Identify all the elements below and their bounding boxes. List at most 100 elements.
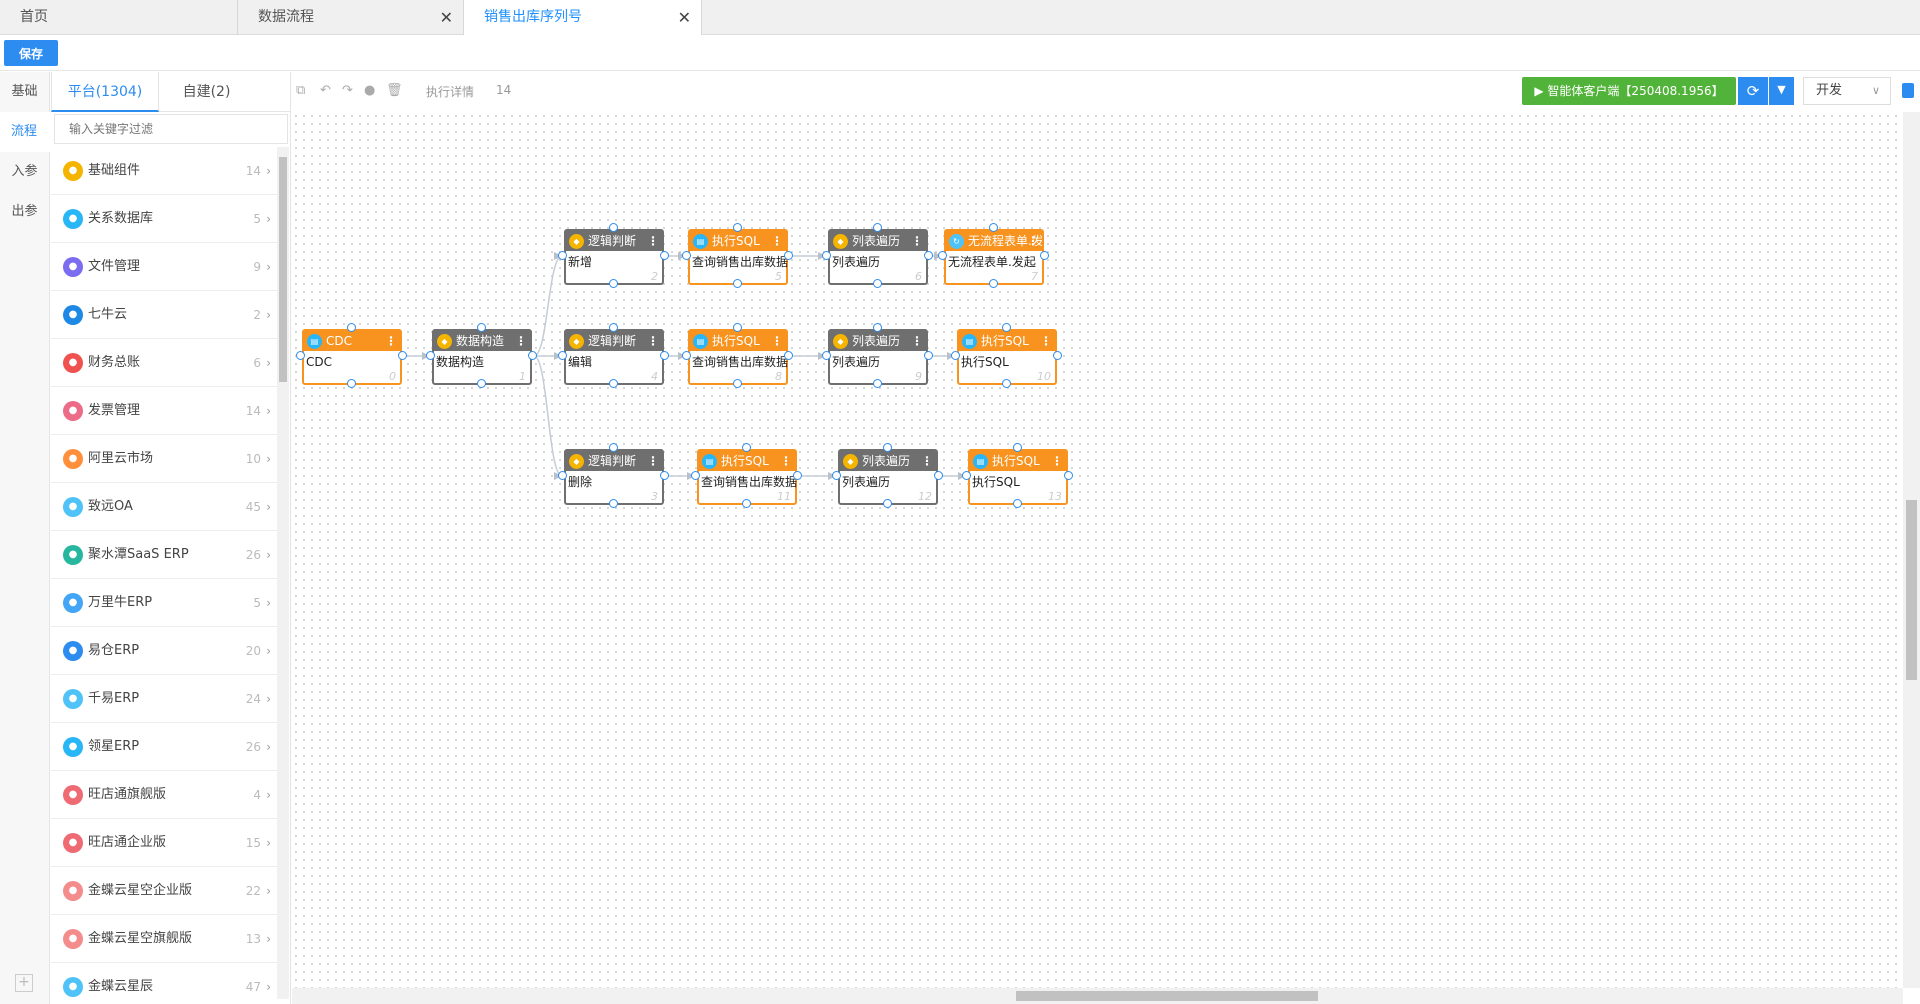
flow-node[interactable]: ▤ 执行SQL ⋮ 查询销售出库数据 11 [697,449,797,505]
left-tab-basic[interactable]: 基础 [0,72,49,112]
node-port[interactable] [989,279,998,288]
flow-edge[interactable] [533,255,563,357]
canvas-vertical-scrollbar[interactable] [1903,112,1920,988]
node-port[interactable] [784,251,793,260]
node-port[interactable] [1002,379,1011,388]
copy-icon[interactable]: ⧉ [296,83,305,98]
node-port[interactable] [873,279,882,288]
flow-node[interactable]: ▤ 执行SQL ⋮ 查询销售出库数据 5 [688,229,788,285]
close-icon[interactable]: ✕ [678,0,691,35]
execution-detail-link[interactable]: 执行详情 [426,83,474,100]
refresh-icon[interactable]: ⟳ [1738,77,1768,105]
scrollbar-thumb[interactable] [279,157,287,382]
node-port[interactable] [347,323,356,332]
tab-custom[interactable]: 自建(2) [159,72,254,112]
scrollbar-thumb[interactable] [1016,991,1318,1001]
node-port[interactable] [934,471,943,480]
node-port[interactable] [938,251,947,260]
node-port[interactable] [1013,443,1022,452]
node-port[interactable] [784,351,793,360]
node-port[interactable] [609,223,618,232]
flow-canvas[interactable]: ▤ CDC ⋮ CDC 0 ◆ 数据构造 ⋮ 数据构造 1 ◆ 逻辑判断 ⋮ 新增 2 ▤ 执行SQL ⋮ 查询销售… [292,112,1902,988]
node-port[interactable] [1053,351,1062,360]
flow-node[interactable]: ▤ 执行SQL ⋮ 执行SQL 13 [968,449,1068,505]
node-port[interactable] [609,279,618,288]
environment-select[interactable]: 开发 ∨ [1803,77,1891,105]
catalog-item[interactable]: ● 金蝶云星空企业版 22 › [51,867,281,915]
node-port[interactable] [1040,251,1049,260]
node-port[interactable] [822,351,831,360]
node-port[interactable] [883,499,892,508]
node-port[interactable] [733,323,742,332]
catalog-item[interactable]: ● 聚水潭SaaS ERP 26 › [51,531,281,579]
node-port[interactable] [347,379,356,388]
node-port[interactable] [660,251,669,260]
flow-edge[interactable] [533,355,563,477]
node-port[interactable] [660,351,669,360]
node-port[interactable] [962,471,971,480]
flow-node[interactable]: ↻无流程表单.发起⋮ 无流程表单.发起7 [944,229,1044,285]
flow-node[interactable]: ▤ CDC ⋮ CDC 0 [302,329,402,385]
node-port[interactable] [558,471,567,480]
redo-icon[interactable]: ↷ [342,83,353,98]
node-port[interactable] [733,379,742,388]
catalog-item[interactable]: ● 基础组件 14 › [51,147,281,195]
more-icon[interactable]: ⋮ [515,331,527,351]
node-port[interactable] [883,443,892,452]
node-port[interactable] [793,471,802,480]
tab-home[interactable]: 首页 [0,0,238,35]
agent-client-button[interactable]: ▶ 智能体客户端【250408.1956】 [1522,77,1736,105]
catalog-item[interactable]: ● 金蝶云星辰 47 › [51,963,281,999]
node-port[interactable] [733,279,742,288]
save-button[interactable]: 保存 [4,40,58,66]
catalog-item[interactable]: ● 易仓ERP 20 › [51,627,281,675]
tab-sales-serial[interactable]: 销售出库序列号 ✕ [464,0,702,36]
close-icon[interactable]: ✕ [440,0,453,35]
more-icon[interactable]: ⋮ [1051,451,1063,471]
flow-node[interactable]: ◆ 列表遍历 ⋮ 列表遍历 6 [828,229,928,285]
tab-data-flow[interactable]: 数据流程 ✕ [238,0,464,35]
node-port[interactable] [924,351,933,360]
node-port[interactable] [682,351,691,360]
catalog-item[interactable]: ● 财务总账 6 › [51,339,281,387]
flow-node[interactable]: ▤ 执行SQL ⋮ 查询销售出库数据 8 [688,329,788,385]
node-port[interactable] [1013,499,1022,508]
node-port[interactable] [832,471,841,480]
node-port[interactable] [609,499,618,508]
node-port[interactable] [296,351,305,360]
more-icon[interactable]: ⋮ [780,451,792,471]
scrollbar-thumb[interactable] [1906,500,1917,680]
node-port[interactable] [609,323,618,332]
node-port[interactable] [742,499,751,508]
catalog-filter-input[interactable] [54,114,288,144]
node-port[interactable] [873,323,882,332]
catalog-item[interactable]: ● 千易ERP 24 › [51,675,281,723]
document-icon[interactable] [1902,83,1914,98]
flow-node[interactable]: ◆ 逻辑判断 ⋮ 删除 3 [564,449,664,505]
catalog-item[interactable]: ● 阿里云市场 10 › [51,435,281,483]
node-port[interactable] [873,223,882,232]
more-icon[interactable]: ⋮ [921,451,933,471]
node-port[interactable] [558,251,567,260]
node-port[interactable] [660,471,669,480]
catalog-item[interactable]: ● 发票管理 14 › [51,387,281,435]
undo-icon[interactable]: ↶ [320,83,331,98]
chevron-down-icon[interactable]: ▼ [1769,77,1794,105]
node-port[interactable] [733,223,742,232]
node-port[interactable] [477,323,486,332]
node-port[interactable] [924,251,933,260]
catalog-item[interactable]: ● 致远OA 45 › [51,483,281,531]
more-icon[interactable]: ⋮ [385,331,397,351]
more-icon[interactable]: ⋮ [771,331,783,351]
add-icon[interactable]: + [15,974,33,992]
node-port[interactable] [477,379,486,388]
flow-node[interactable]: ◆ 列表遍历 ⋮ 列表遍历 9 [828,329,928,385]
node-port[interactable] [609,379,618,388]
flow-node[interactable]: ◆ 数据构造 ⋮ 数据构造 1 [432,329,532,385]
node-port[interactable] [426,351,435,360]
node-port[interactable] [1064,471,1073,480]
more-icon[interactable]: ⋮ [647,231,659,251]
node-port[interactable] [398,351,407,360]
catalog-item[interactable]: ● 旺店通企业版 15 › [51,819,281,867]
left-tab-output-params[interactable]: 出参 [0,192,49,232]
